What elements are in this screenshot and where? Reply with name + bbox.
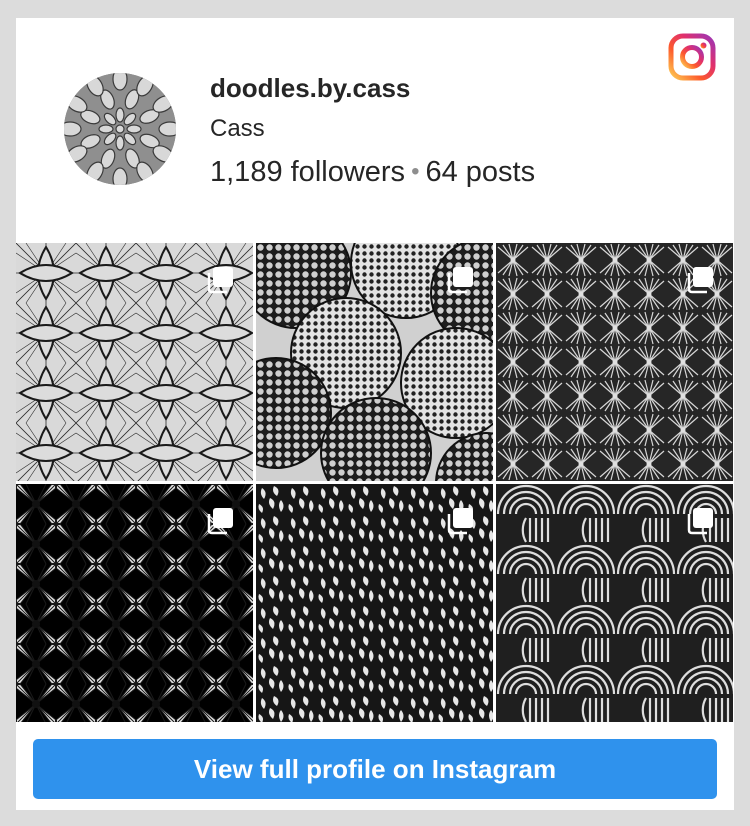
view-full-profile-button[interactable]: View full profile on Instagram bbox=[33, 739, 717, 799]
post-tile[interactable] bbox=[496, 243, 733, 481]
post-tile[interactable] bbox=[16, 484, 253, 722]
username-link[interactable]: doodles.by.cass bbox=[210, 73, 410, 104]
posts-grid bbox=[16, 243, 734, 722]
posts-count: 64 posts bbox=[425, 156, 536, 188]
multiple-images-icon bbox=[687, 508, 713, 535]
instagram-icon[interactable] bbox=[668, 33, 716, 81]
post-tile[interactable] bbox=[256, 243, 493, 481]
profile-full-name: Cass bbox=[210, 115, 265, 142]
profile-stats: 1,189 followers • 64 posts bbox=[210, 156, 535, 189]
multiple-images-icon bbox=[447, 267, 473, 294]
instagram-profile-card: doodles.by.cass Cass 1,189 followers • 64 … bbox=[16, 18, 734, 810]
multiple-images-icon bbox=[207, 267, 233, 294]
post-tile[interactable] bbox=[16, 243, 253, 481]
post-tile[interactable] bbox=[256, 484, 493, 722]
multiple-images-icon bbox=[687, 267, 713, 294]
stats-separator: • bbox=[411, 158, 420, 185]
avatar[interactable] bbox=[64, 73, 176, 185]
post-tile[interactable] bbox=[496, 484, 733, 722]
multiple-images-icon bbox=[207, 508, 233, 535]
followers-count: 1,189 followers bbox=[210, 156, 406, 188]
multiple-images-icon bbox=[447, 508, 473, 535]
